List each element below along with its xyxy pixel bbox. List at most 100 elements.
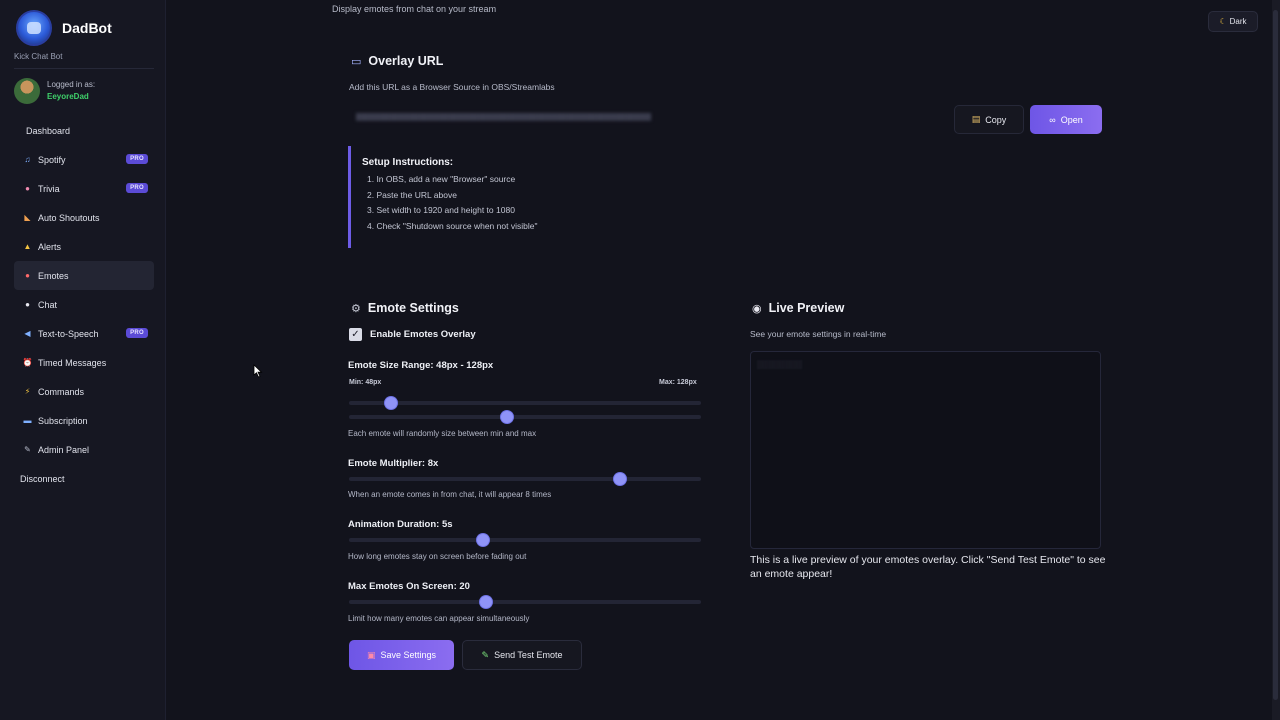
instruction-step: 3. Set width to 1920 and height to 1080 bbox=[367, 205, 515, 215]
moon-icon: ☾ bbox=[1219, 17, 1227, 26]
open-button[interactable]: ∞ Open bbox=[1030, 105, 1102, 134]
mouse-cursor-icon bbox=[253, 364, 263, 378]
sidebar-item-label: Chat bbox=[38, 299, 58, 310]
logged-in-label: Logged in as: bbox=[47, 80, 96, 89]
max-emotes-label: Max Emotes On Screen: 20 bbox=[348, 581, 470, 592]
gear-icon: ⚙ bbox=[351, 302, 361, 315]
max-emotes-slider[interactable] bbox=[349, 596, 701, 608]
max-size-label: Max: 128px bbox=[659, 379, 697, 386]
section-title-text: Live Preview bbox=[768, 301, 845, 315]
sidebar-item-label: Text-to-Speech bbox=[38, 328, 99, 339]
size-range-help: Each emote will randomly size between mi… bbox=[348, 429, 537, 438]
copy-label: Copy bbox=[985, 114, 1007, 125]
sidebar-item-label: Alerts bbox=[38, 241, 62, 252]
instruction-step: 2. Paste the URL above bbox=[367, 189, 457, 200]
sidebar-item-label: Dashboard bbox=[26, 125, 71, 136]
chat-bubble-icon: ● bbox=[25, 300, 30, 309]
save-label: Save Settings bbox=[380, 650, 437, 660]
test-label: Send Test Emote bbox=[494, 650, 563, 660]
pencil-icon: ✎ bbox=[481, 649, 490, 660]
pro-badge: PRO bbox=[126, 154, 148, 164]
user-info: Logged in as: EeyoreDad bbox=[14, 78, 95, 104]
sidebar-item-label: Spotify bbox=[38, 154, 66, 165]
app-name: DadBot bbox=[62, 20, 112, 36]
theme-toggle-button[interactable]: ☾ Dark bbox=[1208, 11, 1258, 32]
save-settings-button[interactable]: ▣ Save Settings bbox=[349, 640, 454, 670]
sidebar-nav: Dashboard ♫ Spotify PRO ● Trivia PRO ◣ A… bbox=[14, 116, 154, 493]
duration-label: Animation Duration: 5s bbox=[348, 519, 453, 530]
slider-thumb[interactable] bbox=[480, 596, 493, 608]
sidebar-item-label: Trivia bbox=[38, 183, 60, 194]
sidebar-item-subscription[interactable]: ▬ Subscription bbox=[14, 406, 154, 435]
sidebar-item-emotes[interactable]: ● Emotes bbox=[14, 261, 154, 290]
overlay-url-value[interactable]: ████████████████████████████████████████… bbox=[356, 113, 936, 125]
size-range-label: Emote Size Range: 48px - 128px bbox=[348, 360, 494, 371]
megaphone-icon: ◣ bbox=[24, 213, 31, 222]
lightning-icon: ⚡ bbox=[24, 387, 31, 396]
sidebar-item-label: Admin Panel bbox=[38, 444, 90, 455]
clipboard-icon: ▤ bbox=[971, 114, 981, 124]
sidebar-item-label: Commands bbox=[38, 386, 85, 397]
live-preview-title: ◉ Live Preview bbox=[752, 301, 844, 315]
scrollbar-thumb[interactable] bbox=[1273, 10, 1278, 700]
divider bbox=[14, 68, 154, 69]
sidebar-item-admin-panel[interactable]: ✎ Admin Panel bbox=[14, 435, 154, 464]
overlay-description: Add this URL as a Browser Source in OBS/… bbox=[349, 82, 555, 92]
sidebar-item-label: Timed Messages bbox=[38, 357, 107, 368]
eye-icon: ◉ bbox=[752, 302, 762, 315]
music-note-icon: ♫ bbox=[24, 155, 31, 164]
sidebar-item-disconnect[interactable]: Disconnect bbox=[14, 464, 154, 493]
monitor-icon: ▭ bbox=[351, 55, 362, 68]
sidebar-item-label: Disconnect bbox=[20, 473, 65, 484]
max-emotes-help: Limit how many emotes can appear simulta… bbox=[348, 614, 530, 623]
floppy-disk-icon: ▣ bbox=[366, 649, 376, 660]
bell-icon: ▲ bbox=[23, 242, 32, 251]
sidebar-item-label: Auto Shoutouts bbox=[38, 212, 100, 223]
max-size-slider[interactable] bbox=[349, 411, 701, 423]
min-size-slider[interactable] bbox=[349, 397, 701, 409]
bot-logo bbox=[16, 10, 52, 46]
enable-emotes-checkbox[interactable]: ✓ bbox=[349, 328, 362, 341]
enable-emotes-label: Enable Emotes Overlay bbox=[370, 329, 476, 340]
instructions-title: Setup Instructions: bbox=[362, 157, 454, 168]
preview-description: See your emote settings in real-time bbox=[750, 329, 887, 339]
setup-instructions: Setup Instructions: 1. In OBS, add a new… bbox=[348, 146, 608, 248]
slider-thumb[interactable] bbox=[614, 473, 627, 485]
sidebar-item-chat[interactable]: ● Chat bbox=[14, 290, 154, 319]
sidebar-item-commands[interactable]: ⚡ Commands bbox=[14, 377, 154, 406]
copy-button[interactable]: ▤ Copy bbox=[954, 105, 1024, 134]
sidebar-item-dashboard[interactable]: Dashboard bbox=[14, 116, 154, 145]
preview-placeholder: ▒▒▒▒▒▒▒▒ bbox=[757, 360, 803, 369]
multiplier-label: Emote Multiplier: 8x bbox=[348, 458, 439, 469]
sidebar-item-spotify[interactable]: ♫ Spotify PRO bbox=[14, 145, 154, 174]
sidebar-item-text-to-speech[interactable]: ◀ Text-to-Speech PRO bbox=[14, 319, 154, 348]
credit-card-icon: ▬ bbox=[23, 416, 32, 425]
link-icon: ∞ bbox=[1049, 114, 1056, 125]
sidebar-item-trivia[interactable]: ● Trivia PRO bbox=[14, 174, 154, 203]
multiplier-slider[interactable] bbox=[349, 473, 701, 485]
instruction-step: 4. Check "Shutdown source when not visib… bbox=[367, 220, 538, 231]
emote-settings-title: ⚙ Emote Settings bbox=[351, 301, 459, 315]
sidebar-item-alerts[interactable]: ▲ Alerts bbox=[14, 232, 154, 261]
slider-thumb[interactable] bbox=[501, 411, 514, 423]
wrench-icon: ✎ bbox=[24, 445, 31, 454]
sidebar: DadBot Kick Chat Bot Logged in as: Eeyor… bbox=[0, 0, 166, 720]
sidebar-item-label: Subscription bbox=[38, 415, 88, 426]
slider-thumb[interactable] bbox=[385, 397, 398, 409]
sidebar-item-timed-messages[interactable]: ⏰ Timed Messages bbox=[14, 348, 154, 377]
duration-help: How long emotes stay on screen before fa… bbox=[348, 552, 527, 561]
smiley-icon: ● bbox=[25, 271, 30, 280]
brain-icon: ● bbox=[25, 184, 30, 193]
duration-slider[interactable] bbox=[349, 534, 701, 546]
sidebar-item-auto-shoutouts[interactable]: ◣ Auto Shoutouts bbox=[14, 203, 154, 232]
overlay-url-title: ▭ Overlay URL bbox=[351, 54, 443, 68]
section-title-text: Overlay URL bbox=[368, 54, 444, 68]
open-label: Open bbox=[1060, 114, 1083, 125]
app-tagline: Kick Chat Bot bbox=[14, 52, 63, 61]
brand[interactable]: DadBot bbox=[16, 10, 112, 46]
theme-label: Dark bbox=[1229, 17, 1247, 26]
send-test-emote-button[interactable]: ✎ Send Test Emote bbox=[462, 640, 582, 670]
slider-thumb[interactable] bbox=[476, 534, 489, 546]
username: EeyoreDad bbox=[47, 92, 89, 101]
alarm-clock-icon: ⏰ bbox=[22, 358, 33, 367]
